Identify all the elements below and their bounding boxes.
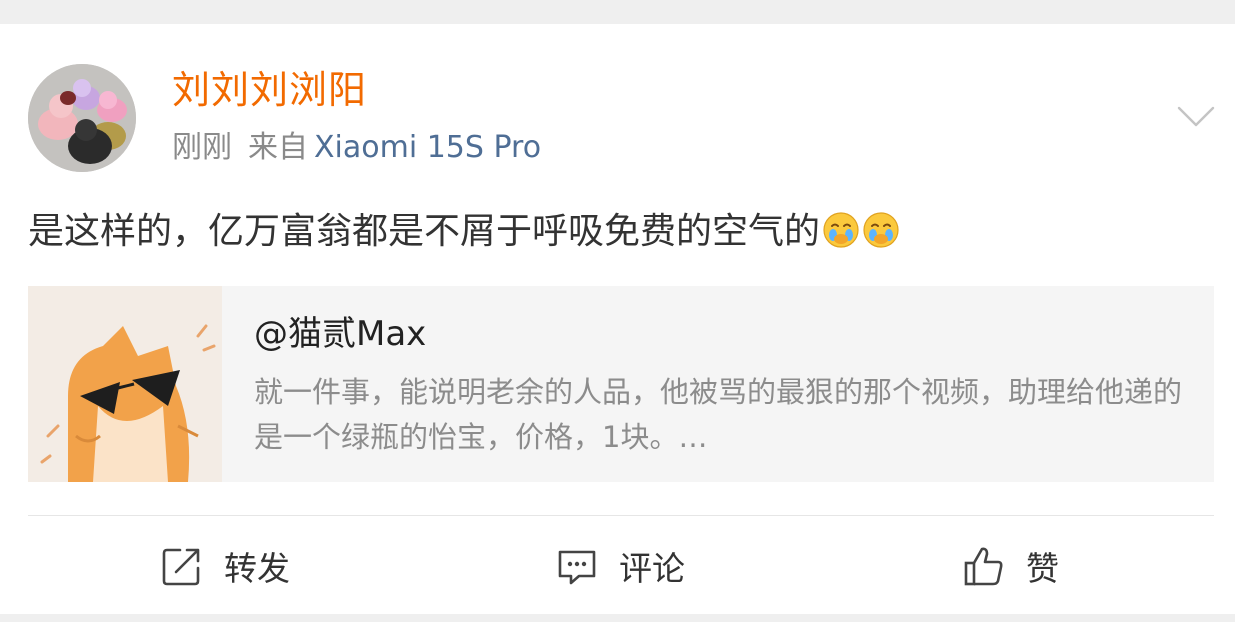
thumbs-up-icon <box>962 544 1006 588</box>
source-prefix: 来自 <box>248 130 308 165</box>
post-meta: 刚刚 来自 Xiaomi 15S Pro <box>172 128 541 168</box>
crying-emoji-icon <box>862 211 900 249</box>
post-time: 刚刚 <box>172 130 232 165</box>
crying-emoji-icon <box>822 211 860 249</box>
repost-thumbnail[interactable] <box>28 286 222 482</box>
repost-label: 转发 <box>224 549 290 588</box>
like-label: 赞 <box>1026 549 1059 588</box>
share-icon <box>160 544 204 588</box>
comment-button[interactable]: 评论 <box>555 542 685 590</box>
repost-card[interactable]: @猫贰Max 就一件事，能说明老余的人品，他被骂的最狠的那个视频，助理给他递的是… <box>28 286 1214 482</box>
repost-button[interactable]: 转发 <box>160 542 290 590</box>
comment-label: 评论 <box>619 549 685 588</box>
post-body: 是这样的，亿万富翁都是不屑于呼吸免费的空气的 <box>28 211 821 252</box>
username[interactable]: 刘刘刘浏阳 <box>172 66 367 114</box>
divider <box>28 515 1214 516</box>
chevron-down-icon[interactable] <box>1176 104 1216 130</box>
repost-author[interactable]: @猫贰Max <box>254 312 426 356</box>
bottom-strip <box>0 614 1235 622</box>
repost-body: 就一件事，能说明老余的人品，他被骂的最狠的那个视频，助理给他递的是一个绿瓶的怡宝… <box>254 375 1183 454</box>
post-card: 刘刘刘浏阳 刚刚 来自 Xiaomi 15S Pro 是这样的，亿万富翁都是不屑于呼… <box>0 24 1235 614</box>
device-source[interactable]: Xiaomi 15S Pro <box>314 130 541 165</box>
comment-icon <box>555 544 599 588</box>
like-button[interactable]: 赞 <box>962 542 1059 590</box>
post-text: 是这样的，亿万富翁都是不屑于呼吸免费的空气的 <box>28 208 900 256</box>
avatar[interactable] <box>28 64 136 172</box>
